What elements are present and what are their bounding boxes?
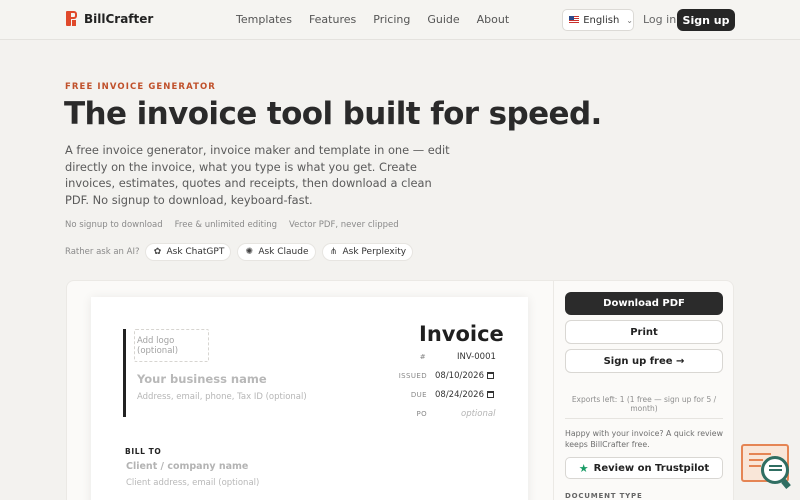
feature-list: No signup to download Free & unlimited e… (65, 220, 399, 230)
due-label: DUE (410, 391, 427, 399)
signup-button[interactable]: Sign up (677, 9, 735, 31)
issued-date-value: 08/10/2026 (435, 371, 484, 381)
chatgpt-icon: ✿ (153, 247, 162, 257)
client-name-field[interactable]: Client / company name (126, 461, 248, 472)
ask-ai-label: Rather ask an AI? (65, 247, 140, 257)
claude-icon: ✺ (245, 247, 254, 257)
invoice-accent-bar (123, 329, 126, 417)
perplexity-icon: ⋔ (329, 247, 338, 257)
ask-ai-row: Rather ask an AI? ✿ Ask ChatGPT ✺ Ask Cl… (65, 243, 414, 261)
ask-claude-label: Ask Claude (258, 247, 309, 257)
document-type-heading: DOCUMENT TYPE (565, 492, 643, 500)
hero-lead: A free invoice generator, invoice maker … (65, 143, 450, 207)
po-label: PO (416, 410, 427, 418)
feature-item: No signup to download (65, 220, 163, 230)
star-icon: ★ (578, 461, 589, 475)
po-field[interactable]: optional (461, 409, 495, 419)
brand-logo[interactable]: BillCrafter (66, 11, 153, 26)
review-prompt: Happy with your invoice? A quick review … (565, 429, 723, 449)
trustpilot-label: Review on Trustpilot (593, 462, 710, 474)
sidebar-divider (553, 281, 554, 500)
invoice-number-label: # (419, 353, 426, 361)
trustpilot-review-button[interactable]: ★ Review on Trustpilot (565, 457, 723, 479)
login-link[interactable]: Log in (643, 13, 676, 26)
business-name-field[interactable]: Your business name (137, 372, 267, 386)
ask-perplexity-button[interactable]: ⋔ Ask Perplexity (321, 243, 414, 261)
language-select[interactable]: English ⌄ (562, 9, 634, 31)
nav-link-about[interactable]: About (477, 13, 510, 26)
client-address-field[interactable]: Client address, email (optional) (126, 478, 259, 488)
hero-eyebrow: FREE INVOICE GENERATOR (65, 82, 216, 92)
chevron-down-icon: ⌄ (626, 15, 633, 25)
help-chat-widget[interactable] (741, 444, 793, 490)
hero-headline: The invoice tool built for speed. (64, 96, 602, 132)
calendar-icon[interactable] (487, 372, 494, 379)
download-pdf-button[interactable]: Download PDF (565, 292, 723, 315)
sidebar-separator (565, 418, 723, 419)
nav-link-guide[interactable]: Guide (427, 13, 459, 26)
ask-claude-button[interactable]: ✺ Ask Claude (237, 243, 316, 261)
logo-upload-box[interactable]: Add logo (optional) (134, 329, 209, 362)
top-nav: BillCrafter Templates Features Pricing G… (0, 0, 800, 40)
feature-item: Vector PDF, never clipped (289, 220, 399, 230)
brand-name: BillCrafter (84, 11, 154, 26)
ask-chatgpt-label: Ask ChatGPT (166, 247, 225, 257)
print-button[interactable]: Print (565, 320, 723, 344)
ask-perplexity-label: Ask Perplexity (342, 247, 407, 257)
feature-item: Free & unlimited editing (174, 220, 277, 230)
invoice-number-field[interactable]: INV-0001 (457, 352, 496, 362)
brand-mark-icon (66, 11, 77, 26)
business-address-field[interactable]: Address, email, phone, Tax ID (optional) (137, 392, 307, 402)
nav-link-pricing[interactable]: Pricing (373, 13, 410, 26)
ask-chatgpt-button[interactable]: ✿ Ask ChatGPT (145, 243, 232, 261)
due-date-value: 08/24/2026 (435, 390, 484, 400)
chat-bubble-tail-icon (781, 479, 791, 489)
signup-free-button[interactable]: Sign up free → (565, 349, 723, 373)
issued-label: ISSUED (398, 372, 427, 380)
language-label: English (583, 14, 620, 26)
invoice-title[interactable]: Invoice (419, 322, 504, 346)
nav-link-templates[interactable]: Templates (236, 13, 292, 26)
calendar-icon[interactable] (487, 391, 494, 398)
us-flag-icon (569, 16, 580, 24)
issued-date-field[interactable]: 08/10/2026 (435, 371, 494, 381)
bill-to-heading: BILL TO (125, 447, 162, 456)
due-date-field[interactable]: 08/24/2026 (435, 390, 494, 400)
nav-links: Templates Features Pricing Guide About (236, 13, 526, 26)
nav-link-features[interactable]: Features (309, 13, 356, 26)
exports-left-note: Exports left: 1 (1 free — sign up for 5 … (571, 395, 717, 413)
